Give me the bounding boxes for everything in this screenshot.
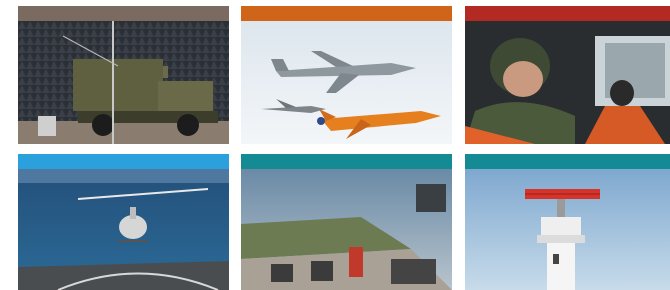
tile-accent-bar: [241, 6, 452, 21]
tile-accent-bar: [465, 154, 670, 169]
gallery-tile-aerial-refuelling[interactable]: [241, 6, 452, 144]
gallery-tile-flight-simulator[interactable]: [241, 154, 452, 290]
gallery-tile-cockpit-pilots[interactable]: [465, 6, 670, 144]
photo-tanker-aircraft-refuelling-jets: [241, 21, 452, 144]
tile-accent-bar: [18, 6, 229, 21]
tile-accent-bar: [241, 154, 452, 169]
gallery-tile-helicopter-ship[interactable]: [18, 154, 229, 290]
photo-radar-tower: [465, 169, 670, 290]
gallery-tile-anechoic-chamber[interactable]: [18, 6, 229, 144]
photo-flight-simulator-dome: [241, 169, 452, 290]
tile-accent-bar: [18, 154, 229, 169]
gallery-tile-radar-tower[interactable]: [465, 154, 670, 290]
photo-anechoic-chamber-radar-truck: [18, 21, 229, 144]
tile-accent-bar: [465, 6, 670, 21]
photo-pilots-in-cockpit: [465, 21, 670, 144]
photo-helicopter-over-ship-deck: [18, 169, 229, 290]
